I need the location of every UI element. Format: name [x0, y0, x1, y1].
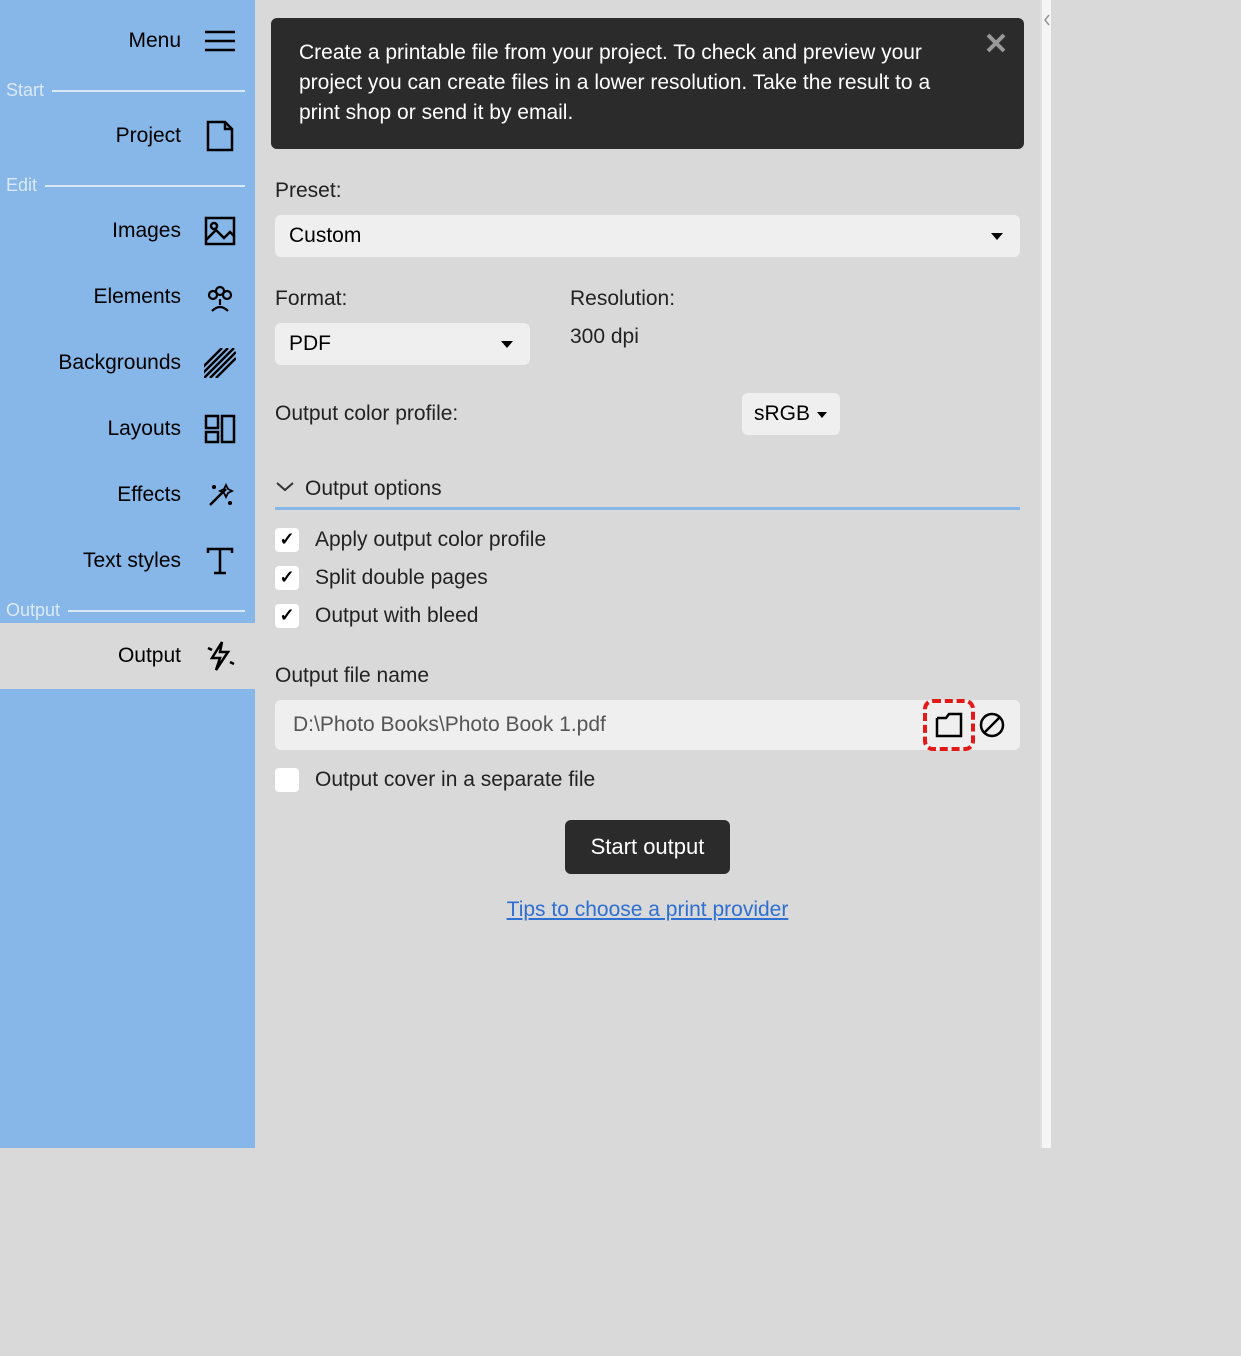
- sidebar-item-layouts[interactable]: Layouts: [0, 396, 255, 462]
- preset-select[interactable]: Custom: [275, 215, 1020, 257]
- main-panel: Create a printable file from your projec…: [255, 0, 1040, 1148]
- right-collapse-handle[interactable]: [1040, 0, 1051, 1148]
- format-select[interactable]: PDF: [275, 323, 530, 365]
- sidebar: Menu Start Project Edit Images Elements …: [0, 0, 255, 1148]
- close-banner-button[interactable]: [986, 32, 1006, 62]
- wand-icon: [203, 478, 237, 512]
- section-start: Start: [0, 80, 255, 101]
- folder-icon: [934, 712, 964, 738]
- resolution-label: Resolution:: [570, 287, 1020, 311]
- chevron-down-icon: [275, 479, 295, 498]
- caret-down-icon: [816, 402, 828, 426]
- output-options-toggle[interactable]: Output options: [275, 477, 1020, 510]
- text-icon: [203, 544, 237, 578]
- section-output: Output: [0, 600, 255, 621]
- color-profile-label: Output color profile:: [275, 402, 702, 426]
- caret-down-icon: [500, 332, 514, 356]
- info-banner: Create a printable file from your projec…: [271, 18, 1024, 149]
- sidebar-item-images[interactable]: Images: [0, 198, 255, 264]
- checkbox-label: Output cover in a separate file: [315, 768, 595, 792]
- layout-icon: [203, 412, 237, 446]
- filename-value: D:\Photo Books\Photo Book 1.pdf: [293, 713, 926, 737]
- close-icon: [986, 33, 1006, 53]
- checkbox-bleed[interactable]: [275, 604, 299, 628]
- sidebar-item-text-styles[interactable]: Text styles: [0, 528, 255, 594]
- lightning-icon: [203, 639, 237, 673]
- checkbox-apply-profile[interactable]: [275, 528, 299, 552]
- clear-filename-button[interactable]: [972, 705, 1012, 745]
- checkbox-label: Output with bleed: [315, 604, 478, 628]
- banner-text: Create a printable file from your projec…: [299, 41, 930, 124]
- preset-label: Preset:: [275, 179, 1020, 203]
- format-label: Format:: [275, 287, 530, 311]
- sidebar-item-effects[interactable]: Effects: [0, 462, 255, 528]
- sidebar-item-elements[interactable]: Elements: [0, 264, 255, 330]
- filename-row: D:\Photo Books\Photo Book 1.pdf: [275, 700, 1020, 750]
- tips-link[interactable]: Tips to choose a print provider: [275, 898, 1020, 922]
- section-edit: Edit: [0, 175, 255, 196]
- start-output-button[interactable]: Start output: [565, 820, 731, 874]
- browse-folder-button[interactable]: [926, 702, 972, 748]
- flower-icon: [203, 280, 237, 314]
- cancel-icon: [978, 711, 1006, 739]
- hatch-icon: [203, 346, 237, 380]
- checkbox-split-pages[interactable]: [275, 566, 299, 590]
- sidebar-item-project[interactable]: Project: [0, 103, 255, 169]
- resolution-value: 300 dpi: [570, 325, 1020, 349]
- menu-label: Menu: [128, 29, 181, 53]
- hamburger-icon: [203, 24, 237, 58]
- caret-down-icon: [990, 224, 1004, 248]
- file-icon: [203, 119, 237, 153]
- image-icon: [203, 214, 237, 248]
- chevron-left-icon: [1043, 14, 1051, 26]
- checkbox-label: Split double pages: [315, 566, 488, 590]
- sidebar-item-output[interactable]: Output: [0, 623, 255, 689]
- sidebar-item-backgrounds[interactable]: Backgrounds: [0, 330, 255, 396]
- color-profile-select[interactable]: sRGB: [742, 393, 840, 435]
- menu-button[interactable]: Menu: [0, 18, 255, 74]
- filename-label: Output file name: [275, 664, 1020, 688]
- checkbox-cover-separate[interactable]: [275, 768, 299, 792]
- checkbox-label: Apply output color profile: [315, 528, 546, 552]
